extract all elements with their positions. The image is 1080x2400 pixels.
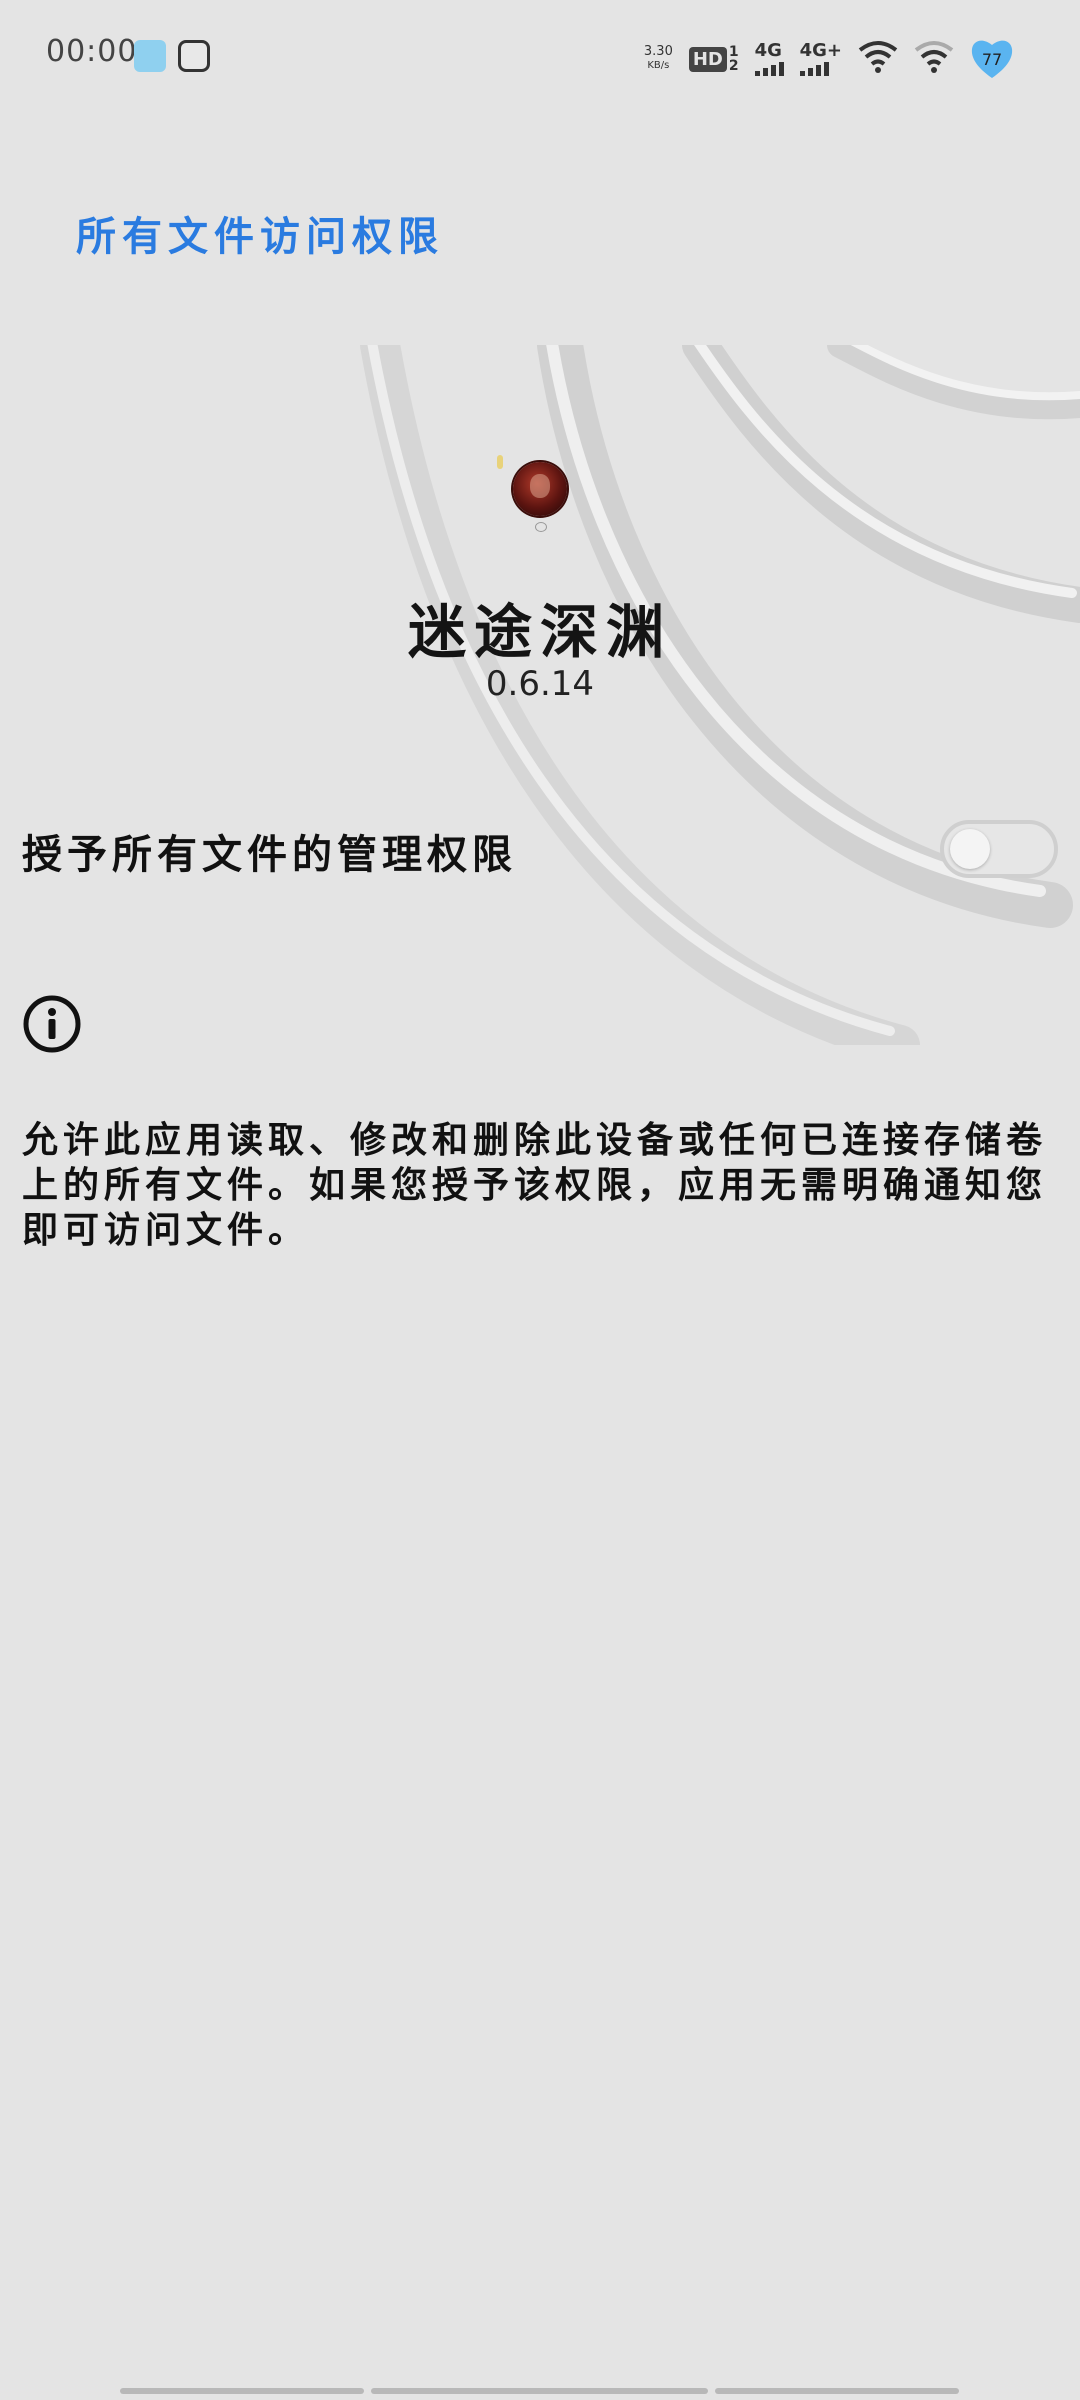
permission-label: 授予所有文件的管理权限	[22, 831, 517, 878]
network-speed-unit: KB/s	[647, 60, 670, 71]
clock: 00:00	[46, 34, 138, 69]
permission-switch[interactable]	[940, 820, 1058, 878]
hd-label: HD	[688, 46, 727, 72]
sim2-label: 2	[728, 58, 739, 74]
sim1-label: 1	[728, 44, 739, 60]
permission-description: 允许此应用读取、修改和删除此设备或任何已连接存储卷上的所有文件。如果您授予该权限…	[22, 1119, 1048, 1251]
sparkle-decoration	[497, 455, 503, 469]
switch-knob	[950, 829, 990, 869]
signal-4g-plus-icon: 4G+	[799, 40, 842, 76]
network-speed-value: 3.30	[643, 44, 673, 59]
app-version: 0.6.14	[485, 664, 595, 704]
page-title: 所有文件访问权限	[76, 213, 444, 260]
app-icon	[513, 462, 567, 516]
notification-app-icon	[134, 40, 166, 72]
battery-icon: 77	[970, 37, 1014, 81]
nav-bar-segment-right[interactable]	[715, 2388, 959, 2394]
battery-level: 77	[981, 49, 1003, 69]
status-bar: 00:00 3.30 KB/s HD 1 2 4G 4G+ 77	[0, 0, 1080, 110]
notification-app-icon-2	[178, 40, 210, 72]
nav-bar-segment-center[interactable]	[371, 2388, 708, 2394]
hd-voice-icon: HD 1 2	[688, 44, 739, 74]
wifi-2-icon	[914, 40, 954, 78]
app-name: 迷途深渊	[407, 598, 672, 666]
signal-4g-icon: 4G	[754, 40, 784, 76]
wifi-icon	[858, 40, 898, 78]
status-icons: 3.30 KB/s HD 1 2 4G 4G+ 77	[644, 34, 1014, 84]
nav-bar-segment-left[interactable]	[120, 2388, 364, 2394]
network-type-2: 4G+	[799, 40, 842, 61]
permission-toggle-row[interactable]: 授予所有文件的管理权限	[0, 800, 1080, 904]
app-badge-icon	[535, 522, 547, 532]
network-speed: 3.30 KB/s	[644, 45, 673, 73]
info-icon	[22, 994, 82, 1054]
network-type-1: 4G	[754, 40, 782, 61]
